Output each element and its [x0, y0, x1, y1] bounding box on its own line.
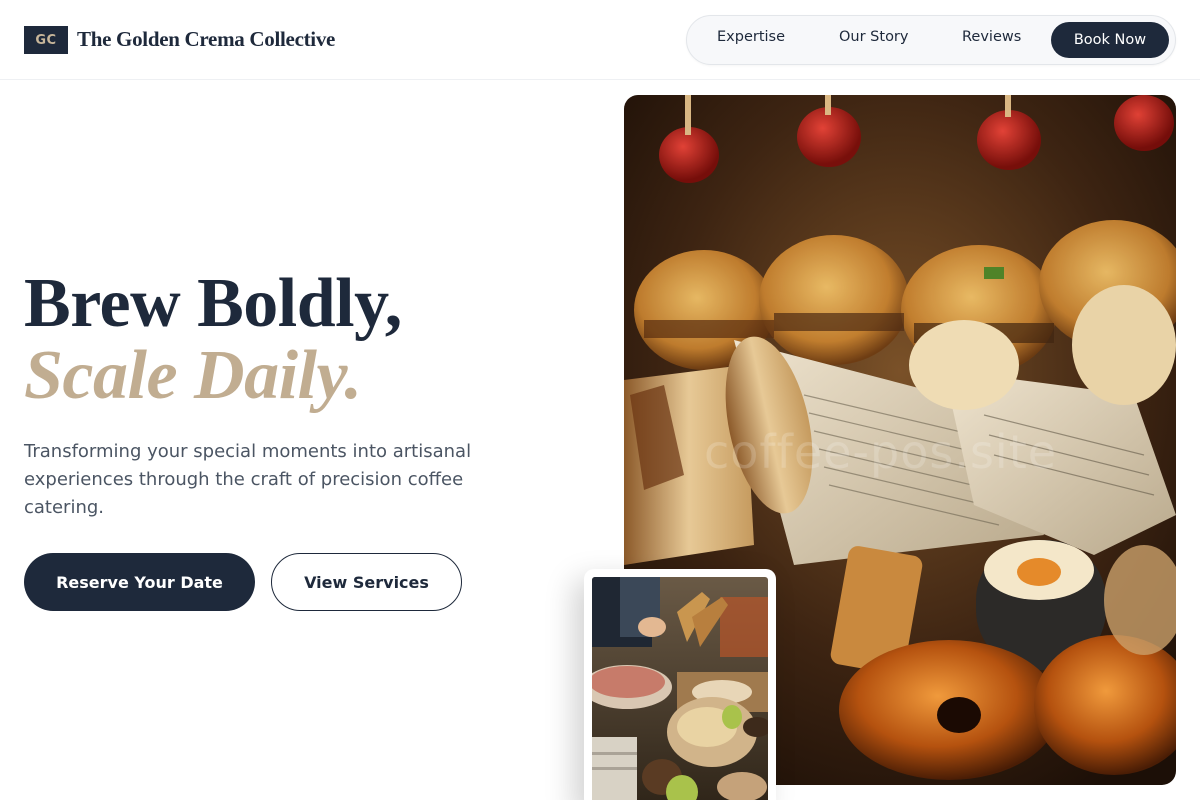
site-header: GC The Golden Crema Collective Expertise…: [0, 0, 1200, 80]
book-now-button[interactable]: Book Now: [1051, 22, 1169, 58]
view-services-button[interactable]: View Services: [271, 553, 462, 611]
logo-badge[interactable]: GC: [24, 26, 68, 54]
hero-description: Transforming your special moments into a…: [24, 441, 472, 518]
nav-item-expertise[interactable]: Expertise: [717, 29, 785, 45]
hero-title-line1: Brew Boldly,: [24, 265, 402, 342]
nav-item-our-story[interactable]: Our Story: [839, 29, 908, 45]
hero-title-line2: Scale Daily.: [24, 337, 362, 414]
image-watermark: coffee-pos.site: [704, 425, 1058, 479]
reserve-date-button[interactable]: Reserve Your Date: [24, 553, 255, 611]
brand-name[interactable]: The Golden Crema Collective: [77, 27, 335, 52]
catering-photo-card: [584, 569, 776, 800]
catering-buffet-image: [592, 577, 768, 800]
main-nav: Expertise Our Story Reviews Book Now: [686, 15, 1176, 65]
nav-item-reviews[interactable]: Reviews: [962, 29, 1021, 45]
